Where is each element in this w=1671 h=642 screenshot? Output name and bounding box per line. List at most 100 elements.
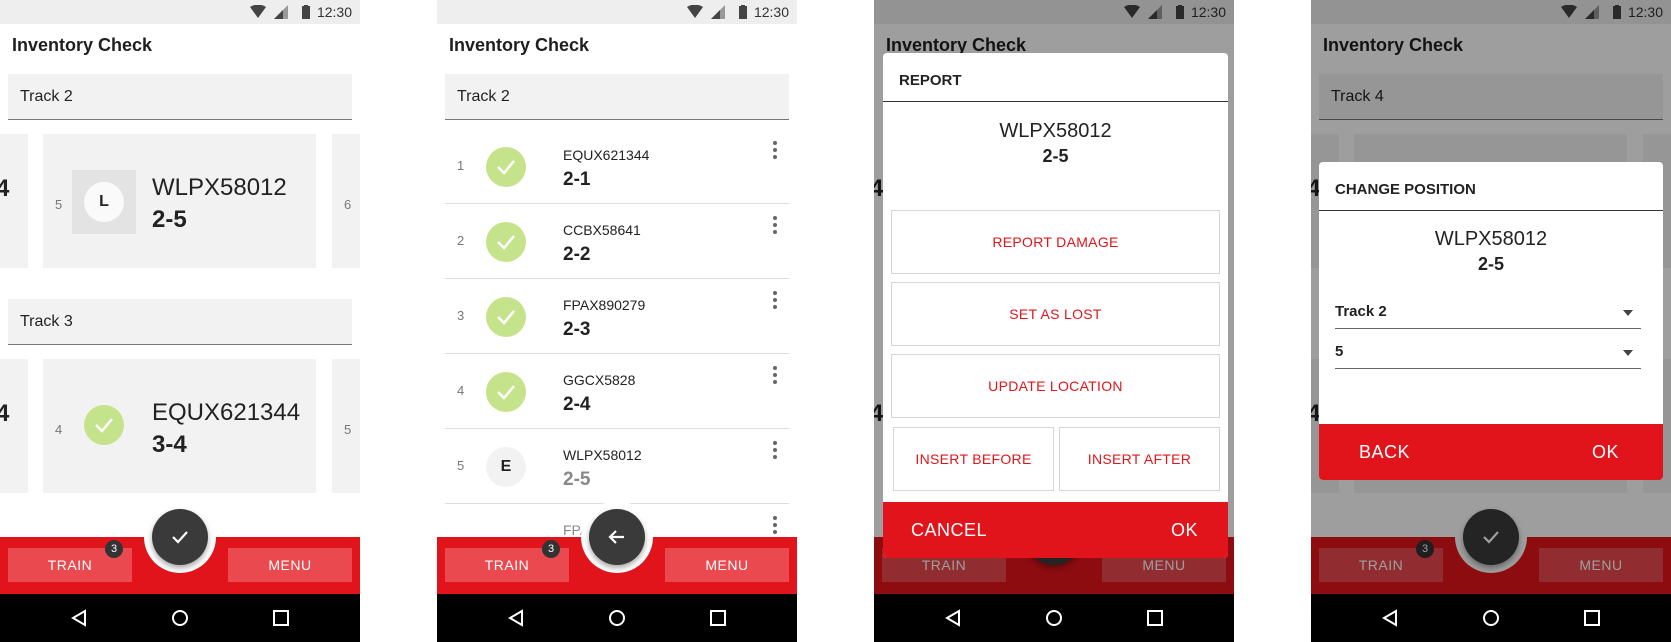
check-status-icon <box>84 405 124 445</box>
check-status-icon <box>486 372 526 412</box>
arrow-left-icon <box>608 530 624 544</box>
more-options-icon[interactable] <box>773 366 777 387</box>
battery-icon <box>739 5 747 19</box>
set-as-lost-button[interactable]: SET AS LOST <box>891 282 1220 346</box>
report-dialog: REPORT WLPX58012 2-5 REPORT DAMAGE SET A… <box>883 53 1228 558</box>
report-damage-button[interactable]: REPORT DAMAGE <box>891 210 1220 274</box>
wagon-id: WLPX58012 <box>563 447 642 463</box>
insert-before-button[interactable]: INSERT BEFORE <box>893 427 1054 491</box>
ok-button[interactable]: OK <box>1592 442 1619 463</box>
wagon-position: 2-2 <box>563 244 591 265</box>
dialog-actions: CANCEL OK <box>883 502 1228 558</box>
android-nav-bar <box>0 594 360 642</box>
cancel-button[interactable]: CANCEL <box>911 520 987 541</box>
wagon-card[interactable]: 5 L WLPX58012 2-5 <box>43 134 316 268</box>
list-item[interactable]: 4 GGCX5828 2-4 <box>445 354 789 429</box>
track-header[interactable]: Track 2 <box>8 74 352 120</box>
more-options-icon[interactable] <box>773 216 777 237</box>
dialog-actions: BACK OK <box>1319 424 1663 480</box>
track-header[interactable]: Track 2 <box>445 74 789 120</box>
back-fab[interactable] <box>589 509 645 565</box>
wagon-status-box: L <box>72 170 136 234</box>
track-select-value: Track 2 <box>1335 303 1387 320</box>
check-status-icon <box>486 297 526 337</box>
chevron-down-icon <box>1623 310 1633 316</box>
row-number: 3 <box>457 308 465 323</box>
update-location-button[interactable]: UPDATE LOCATION <box>891 354 1220 418</box>
home-nav-icon[interactable] <box>608 609 626 627</box>
recents-nav-icon[interactable] <box>1146 609 1164 627</box>
home-nav-icon[interactable] <box>1045 609 1063 627</box>
list-item[interactable]: 2 CCBX58641 2-2 <box>445 204 789 279</box>
peek-card-right-number: 6 <box>344 197 352 212</box>
status-time: 12:30 <box>316 4 352 20</box>
recents-nav-icon[interactable] <box>1583 609 1601 627</box>
track-select[interactable]: Track 2 <box>1335 300 1641 329</box>
track-header-label: Track 3 <box>20 313 73 330</box>
position-select[interactable]: 5 <box>1335 340 1641 369</box>
chevron-down-icon <box>1623 350 1633 356</box>
menu-button[interactable]: MENU <box>228 548 352 582</box>
ok-button[interactable]: OK <box>1171 520 1198 541</box>
home-nav-icon[interactable] <box>171 609 189 627</box>
android-nav-bar <box>874 594 1234 642</box>
wagon-position: 2-3 <box>563 319 591 340</box>
page-title: Inventory Check <box>12 35 153 55</box>
screen-change-position-dialog: 12:30 Inventory Check Track 4 4 4 TRAIN … <box>1311 0 1671 642</box>
wagon-position: 2-5 <box>1042 146 1069 166</box>
list-item[interactable]: 5 E WLPX58012 2-5 <box>445 429 789 504</box>
android-nav-bar <box>437 594 797 642</box>
status-time: 12:30 <box>753 4 789 20</box>
recents-nav-icon[interactable] <box>709 609 727 627</box>
back-nav-icon[interactable] <box>944 609 962 627</box>
status-bar: 12:30 <box>0 0 360 24</box>
recents-nav-icon[interactable] <box>272 609 290 627</box>
more-options-icon[interactable] <box>773 516 777 537</box>
wagon-card-number: 5 <box>55 197 63 212</box>
wagon-card[interactable]: 4 EQUX621344 3-4 <box>43 359 316 493</box>
wagon-id: FPAX890279 <box>563 297 646 313</box>
wagon-position: 3-4 <box>152 431 187 458</box>
insert-after-button[interactable]: INSERT AFTER <box>1059 427 1220 491</box>
more-options-icon[interactable] <box>773 291 777 312</box>
status-bar: 12:30 <box>437 0 797 24</box>
wagon-status-badge: E <box>486 447 526 487</box>
dialog-divider <box>883 101 1228 102</box>
android-nav-bar <box>1311 594 1671 642</box>
back-nav-icon[interactable] <box>507 609 525 627</box>
list-item[interactable]: 1 EQUX621344 2-1 <box>445 129 789 204</box>
check-icon <box>172 531 188 544</box>
confirm-fab[interactable] <box>152 509 208 565</box>
dialog-title: REPORT <box>899 72 962 89</box>
wagon-card-number: 4 <box>55 422 63 437</box>
change-position-dialog: CHANGE POSITION WLPX58012 2-5 Track 2 5 … <box>1319 162 1663 480</box>
track-header[interactable]: Track 3 <box>8 299 352 345</box>
list-item[interactable]: 3 FPAX890279 2-3 <box>445 279 789 354</box>
screen-report-dialog: 12:30 Inventory Check 4 4 TRAIN MENU REP… <box>874 0 1234 642</box>
home-nav-icon[interactable] <box>1482 609 1500 627</box>
peek-card-right[interactable]: 5 <box>332 359 360 493</box>
back-nav-icon[interactable] <box>70 609 88 627</box>
wagon-status-badge: L <box>84 182 124 222</box>
wagon-id: EQUX621344 <box>152 399 301 426</box>
check-status-icon <box>486 222 526 262</box>
peek-card-left-number: 4 <box>0 400 10 427</box>
wagon-position: 2-1 <box>563 169 591 190</box>
screen-track-list: 12:30 Inventory Check Track 2 1 EQUX6213… <box>437 0 797 642</box>
page-title: Inventory Check <box>449 35 590 55</box>
more-options-icon[interactable] <box>773 141 777 162</box>
peek-card-right[interactable]: 6 <box>332 134 360 268</box>
wagon-position: 2-5 <box>1477 254 1504 274</box>
check-status-icon <box>486 147 526 187</box>
back-nav-icon[interactable] <box>1381 609 1399 627</box>
menu-button[interactable]: MENU <box>665 548 789 582</box>
dialog-divider <box>1319 210 1663 211</box>
wagon-position: 2-5 <box>152 206 187 233</box>
row-number: 2 <box>457 233 465 248</box>
row-number: 1 <box>457 158 465 173</box>
wagon-id: WLPX58012 <box>152 174 287 201</box>
dialog-title: CHANGE POSITION <box>1335 181 1476 198</box>
track-header-label: Track 2 <box>20 88 73 105</box>
more-options-icon[interactable] <box>773 441 777 462</box>
back-button[interactable]: BACK <box>1359 442 1410 463</box>
